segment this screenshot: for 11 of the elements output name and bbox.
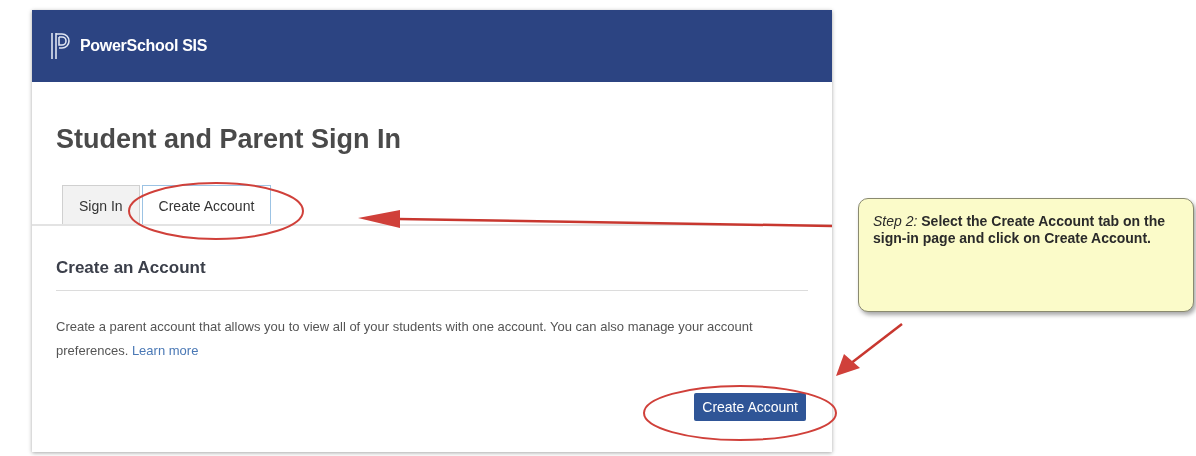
tab[interactable]: Create Account — [141, 185, 272, 224]
learn-more-link[interactable]: Learn more — [131, 343, 199, 358]
arrow-annotation — [836, 322, 904, 376]
callout-note: Step 2: Select the Create Account tab on the sign-in page and click on Create Account. — [858, 198, 1194, 312]
logo-icon — [50, 31, 72, 61]
create-account-button[interactable]: Create Account — [694, 393, 806, 421]
section-heading: Create an Account — [56, 258, 808, 291]
app-title: PowerSchool SIS — [80, 37, 208, 55]
page-title: Student and Parent Sign In — [56, 124, 402, 155]
tab[interactable]: Sign In — [62, 185, 140, 224]
description-text: Create a parent account that allows you to view all of your students with one account. You can also manage your account preferences. Learn more — [56, 318, 754, 360]
